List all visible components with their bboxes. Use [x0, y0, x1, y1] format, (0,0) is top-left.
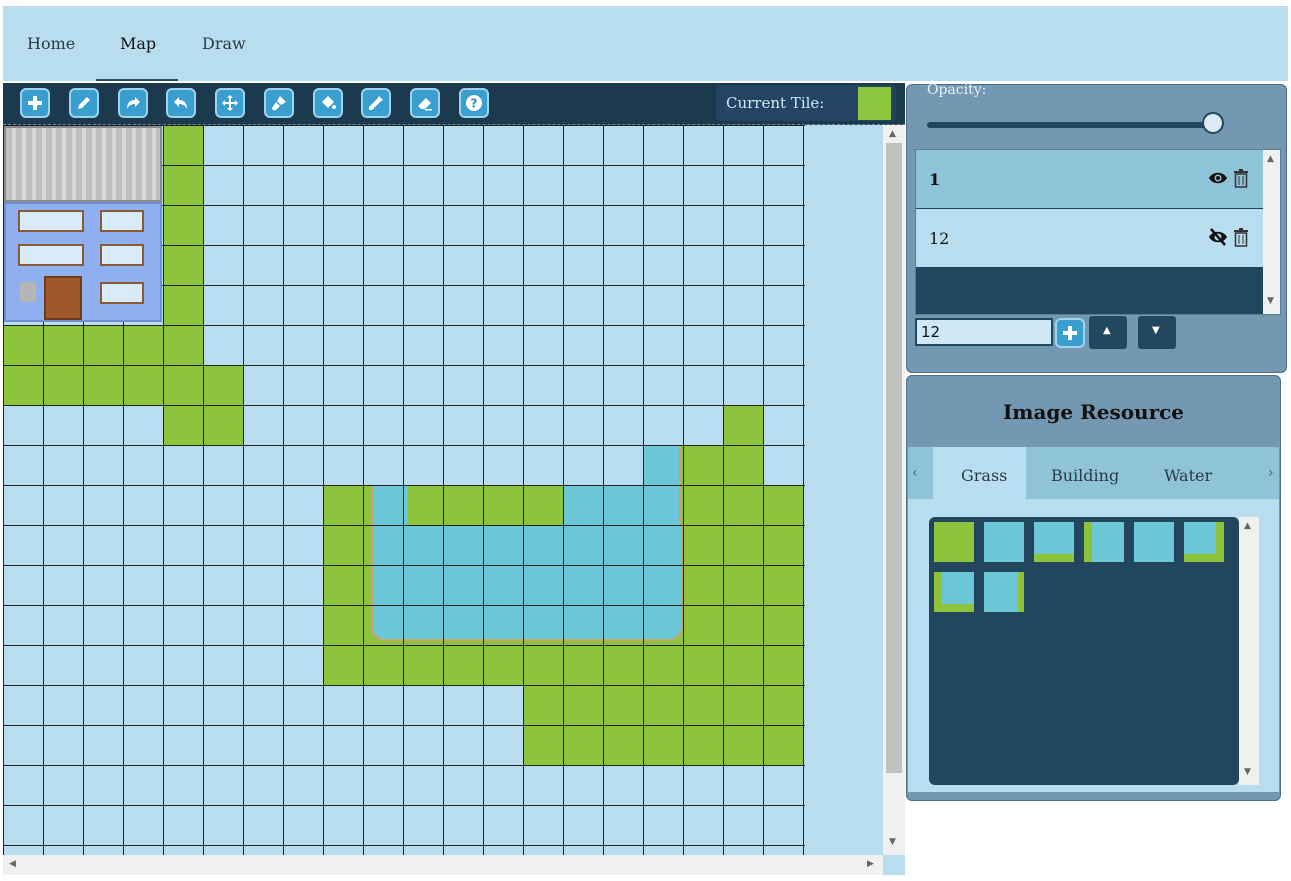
trash-icon[interactable]	[1233, 227, 1249, 247]
tile-water-corner[interactable]	[1184, 522, 1224, 562]
fill-bucket-icon[interactable]	[313, 88, 343, 118]
image-resource-panel: Image Resource ‹ Grass Building Water › …	[906, 375, 1281, 801]
tab-draw[interactable]: Draw	[202, 34, 246, 53]
top-navigation: Home Map Draw	[3, 6, 1288, 81]
layer-list-scrollbar[interactable]: ▲ ▼	[1263, 150, 1280, 314]
active-tab-indicator	[96, 79, 178, 81]
add-layer-icon[interactable]	[1055, 318, 1085, 348]
redo-icon[interactable]	[118, 88, 148, 118]
tile-grass[interactable]	[934, 522, 974, 562]
layer-list: 1 12 ▲ ▼	[915, 149, 1281, 315]
brush-icon[interactable]	[264, 88, 294, 118]
layer-item[interactable]: 12	[916, 209, 1263, 267]
building-sprite	[4, 126, 162, 322]
map-canvas[interactable]	[3, 125, 883, 855]
help-icon[interactable]: ?	[459, 88, 489, 118]
opacity-slider-knob[interactable]	[1202, 112, 1224, 134]
caret-down-icon: ▼	[1152, 325, 1160, 336]
move-layer-up-button[interactable]: ▲	[1089, 316, 1127, 349]
current-tile-label: Current Tile:	[726, 94, 825, 112]
move-layer-down-button[interactable]: ▼	[1138, 316, 1176, 349]
layer-name: 1	[929, 170, 941, 189]
current-tile-swatch	[858, 87, 891, 120]
add-icon[interactable]	[20, 88, 50, 118]
tab-map[interactable]: Map	[120, 34, 156, 53]
resource-tab-water[interactable]: Water	[1164, 466, 1212, 485]
map-vertical-scroll-thumb[interactable]	[886, 143, 902, 773]
tile-water[interactable]	[984, 522, 1024, 562]
layers-panel: Opacity: 1 12 ▲ ▼ ▲	[906, 82, 1287, 373]
tabs-next-icon[interactable]: ›	[1268, 465, 1274, 481]
resource-tabs: ‹ Grass Building Water ›	[908, 447, 1279, 499]
pencil-icon[interactable]	[69, 88, 99, 118]
move-icon[interactable]	[215, 88, 245, 118]
eraser-icon[interactable]	[410, 88, 440, 118]
tile-water-edge[interactable]	[1034, 522, 1074, 562]
map-editor: ? Current Tile: ▲ ▼ ◀ ▶	[3, 83, 905, 875]
layer-item[interactable]: 1	[916, 150, 1263, 208]
eye-slash-icon[interactable]	[1208, 227, 1228, 247]
tile-palette-scrollbar[interactable]: ▲ ▼	[1239, 517, 1259, 785]
tab-home[interactable]: Home	[27, 34, 75, 53]
opacity-slider[interactable]	[927, 122, 1217, 128]
tile-water-corner[interactable]	[934, 572, 974, 612]
tabs-prev-icon[interactable]: ‹	[912, 465, 918, 481]
caret-up-icon: ▲	[1103, 325, 1111, 336]
eye-icon[interactable]	[1208, 168, 1228, 188]
trash-icon[interactable]	[1233, 168, 1249, 188]
toolbar: ? Current Tile:	[3, 83, 905, 125]
tile-water-edge[interactable]	[1084, 522, 1124, 562]
svg-text:?: ?	[471, 97, 478, 111]
layer-name: 12	[929, 229, 950, 248]
resource-body: ▲ ▼	[908, 499, 1279, 792]
undo-icon[interactable]	[166, 88, 196, 118]
resource-tab-building[interactable]: Building	[1051, 466, 1119, 485]
image-resource-title: Image Resource	[1002, 400, 1185, 424]
tile-water[interactable]	[1134, 522, 1174, 562]
map-horizontal-scrollbar[interactable]: ◀ ▶	[3, 855, 883, 875]
resource-tab-grass[interactable]: Grass	[961, 466, 1007, 485]
new-layer-input[interactable]	[915, 318, 1053, 346]
opacity-label: Opacity:	[927, 82, 987, 98]
eyedropper-icon[interactable]	[361, 88, 391, 118]
map-vertical-scrollbar[interactable]: ▲ ▼	[883, 125, 905, 855]
tile-palette	[929, 517, 1239, 785]
tile-water-edge[interactable]	[984, 572, 1024, 612]
current-tile: Current Tile:	[716, 85, 896, 121]
